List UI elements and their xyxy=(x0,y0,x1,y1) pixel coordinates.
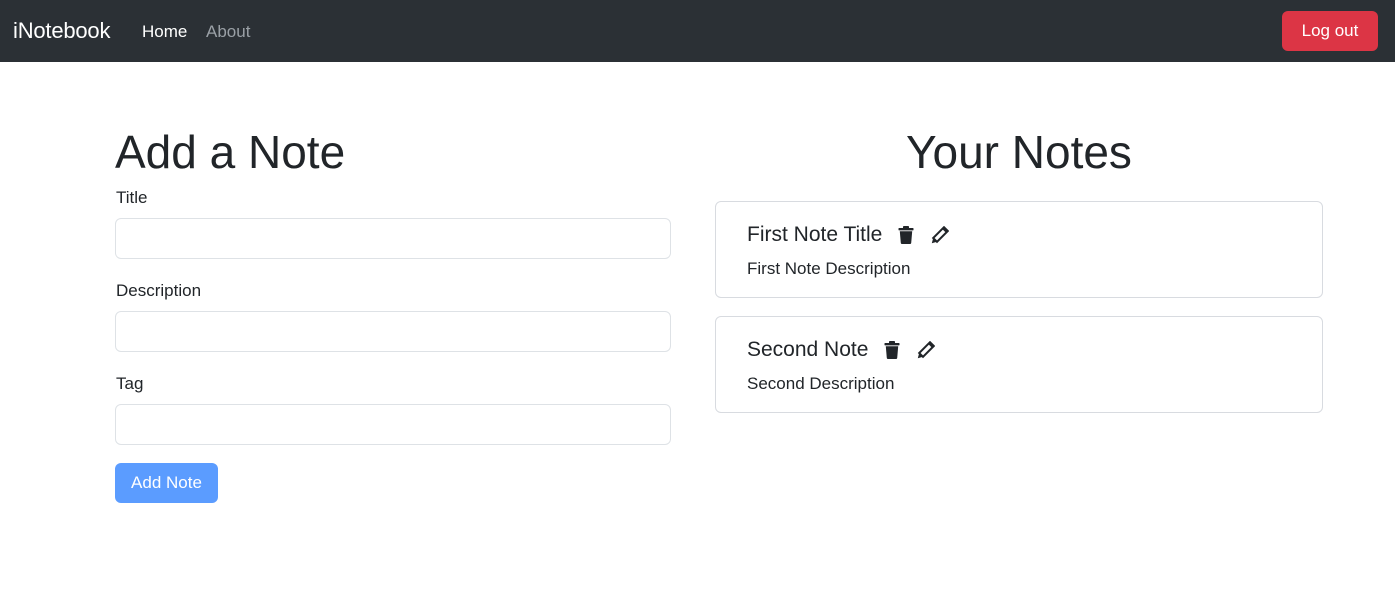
brand-logo[interactable]: iNotebook xyxy=(13,16,110,46)
trash-icon[interactable] xyxy=(896,225,916,245)
title-input[interactable] xyxy=(115,218,671,259)
description-label: Description xyxy=(116,281,202,300)
nav-link-about[interactable]: About xyxy=(206,21,250,43)
your-notes-heading: Your Notes xyxy=(906,126,1132,178)
note-card: First Note Title First Note Description xyxy=(715,201,1323,298)
trash-icon[interactable] xyxy=(882,340,902,360)
pencil-icon[interactable] xyxy=(916,340,936,360)
note-header: First Note Title xyxy=(747,220,950,250)
navbar: iNotebook Home About Log out xyxy=(0,0,1395,62)
note-description: Second Description xyxy=(747,374,895,393)
note-card: Second Note Second Description xyxy=(715,316,1323,413)
note-title: Second Note xyxy=(747,338,869,361)
note-description: First Note Description xyxy=(747,259,911,278)
add-note-button[interactable]: Add Note xyxy=(115,463,218,503)
note-header: Second Note xyxy=(747,335,936,365)
tag-input[interactable] xyxy=(115,404,671,445)
title-label: Title xyxy=(116,188,148,207)
logout-button[interactable]: Log out xyxy=(1282,11,1378,51)
description-input[interactable] xyxy=(115,311,671,352)
add-note-heading: Add a Note xyxy=(115,126,346,178)
pencil-icon[interactable] xyxy=(930,225,950,245)
nav-link-home[interactable]: Home xyxy=(142,21,187,43)
tag-label: Tag xyxy=(116,374,144,393)
note-title: First Note Title xyxy=(747,223,883,246)
